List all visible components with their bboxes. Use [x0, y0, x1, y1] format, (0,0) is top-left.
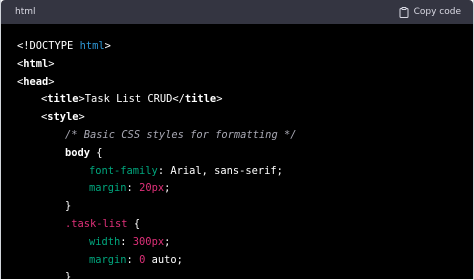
- code-line: width: 300px;: [1, 234, 473, 252]
- code-line: <!DOCTYPE html>: [1, 38, 473, 56]
- code-line: <html>: [1, 56, 473, 74]
- code-line: <title>Task List CRUD</title>: [1, 91, 473, 109]
- code-token: width: [89, 235, 121, 248]
- code-token: head: [23, 75, 49, 88]
- code-token: /* Basic CSS styles for formatting */: [65, 128, 297, 141]
- code-token: .task-list: [65, 217, 128, 230]
- code-line: <style>: [1, 109, 473, 127]
- code-line: /* Basic CSS styles for formatting */: [1, 127, 473, 145]
- code-token: :: [126, 253, 140, 266]
- code-token: >Task List CRUD</: [78, 93, 185, 106]
- copy-code-button[interactable]: Copy code: [399, 6, 461, 18]
- code-token: >: [48, 57, 55, 70]
- code-token: ;: [164, 182, 171, 195]
- code-token: body: [65, 146, 91, 159]
- code-token: }: [65, 200, 72, 213]
- code-line: margin: 20px;: [1, 180, 473, 198]
- code-block-header: html Copy code: [1, 0, 473, 24]
- code-line: }: [1, 269, 473, 279]
- code-language-label: html: [15, 7, 36, 17]
- code-token: >: [216, 93, 223, 106]
- code-token: auto;: [145, 253, 183, 266]
- code-token: {: [127, 217, 141, 230]
- code-line: <head>: [1, 74, 473, 92]
- code-token: : Arial, sans-serif;: [157, 164, 283, 177]
- code-line: font-family: Arial, sans-serif;: [1, 163, 473, 181]
- code-line: body {: [1, 145, 473, 163]
- code-token: <!DOCTYPE: [17, 40, 80, 52]
- clipboard-icon: [399, 6, 409, 18]
- code-token: >: [104, 40, 111, 52]
- code-token: >: [78, 111, 85, 124]
- code-block: html Copy code <!DOCTYPE html> <html> <hea…: [0, 0, 474, 279]
- code-token: ;: [164, 235, 171, 248]
- code-line: .task-list {: [1, 216, 473, 234]
- code-token: >: [48, 75, 55, 88]
- copy-code-label: Copy code: [413, 7, 461, 17]
- code-token: style: [47, 111, 79, 124]
- code-token: title: [184, 93, 217, 106]
- code-token: html: [23, 57, 49, 70]
- code-token: html: [79, 40, 105, 52]
- code-token: }: [65, 271, 72, 279]
- code-token: font-family: [89, 164, 158, 177]
- code-line: margin: 0 auto;: [1, 252, 473, 270]
- code-token: 20px: [139, 182, 165, 195]
- code-token: {: [90, 146, 103, 159]
- code-content[interactable]: <!DOCTYPE html> <html> <head> <title>Task L…: [1, 24, 473, 279]
- code-token: :: [126, 182, 140, 195]
- code-token: margin: [89, 182, 127, 195]
- code-token: margin: [89, 253, 127, 266]
- code-line: }: [1, 198, 473, 216]
- code-token: title: [47, 93, 79, 106]
- code-token: :: [120, 235, 133, 248]
- code-token: 300px: [132, 235, 165, 248]
